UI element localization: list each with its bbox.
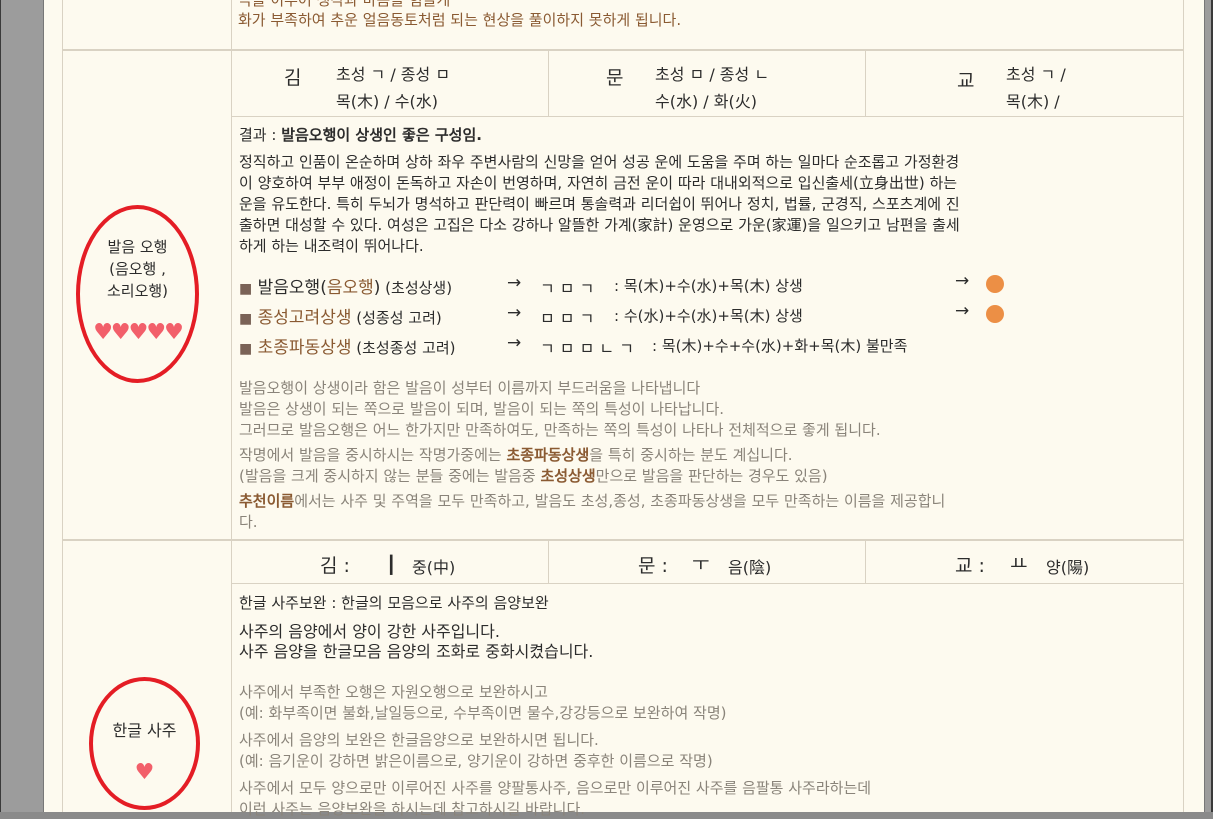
hangul-note-2: (예: 화부족이면 불화,날일등으로, 수부족이면 물수,강강등으로 보완하여 …: [239, 704, 727, 722]
hangul-label-circle: [89, 677, 200, 810]
pron-row-1-result-arrow: →: [955, 271, 970, 291]
col-divider-1: [548, 51, 549, 117]
pron-row-3: ■ 초종파동상생 (초성종성 고려): [239, 333, 456, 358]
bullet-square-icon: ■: [239, 341, 253, 357]
pron-note-4-highlight: 초종파동상생: [506, 446, 590, 464]
pron-char-2: 문: [606, 67, 624, 89]
row-divider-2: [62, 539, 1184, 541]
hangul-note-4: (예: 음기운이 강하면 밝은이름으로, 양기운이 강하면 중후한 이름으로 작…: [239, 752, 713, 770]
pron-char-3-line1: 초성 ㄱ /: [1006, 65, 1066, 84]
document-page: 극을 이루어 생각과 마음을 힘들게 화가 부족하여 추운 얼음동토처럼 되는 …: [43, 0, 1205, 818]
row-divider-chars: [231, 116, 1184, 117]
pron-note-6: 추천이름에서는 사주 및 주역을 모두 만족하고, 발음도 초성,종성, 초종파…: [239, 490, 945, 511]
col-divider-2: [865, 51, 866, 117]
pron-result-prefix: 결과 :: [239, 126, 282, 144]
hangul-title: 한글 사주보완 : 한글의 모음으로 사주의 음양보완: [239, 594, 549, 612]
pron-desc-line4: 출하면 대성할 수 있다. 여성은 고집은 다소 강하나 알뜰한 가계(家計) …: [239, 216, 960, 234]
pron-note-5-highlight: 초성상생: [540, 467, 596, 485]
recommended-names-link[interactable]: 추천이름: [239, 492, 294, 510]
pron-note-4-a: 작명에서 발음을 중시하시는 작명가중에는: [239, 446, 507, 464]
vowel-2-type: 음(陰): [728, 558, 772, 577]
pron-note-4-c: 을 특히 중시하는 분도 계십니다.: [589, 446, 793, 464]
table-border-outer-left: [62, 0, 63, 812]
pron-char-3: 교: [957, 70, 975, 92]
pron-note-5-a: (발음을 크게 중시하지 않는 분들 중에는 발음중: [239, 467, 541, 485]
pron-row-1-title: 발음오행(: [257, 278, 327, 298]
pron-char-2-line2: 수(水) / 화(火): [655, 92, 757, 111]
col-divider-3: [548, 541, 549, 584]
pron-row-3-title: 초종파동상생: [257, 338, 352, 358]
pron-desc-line3: 운을 유도한다. 특히 두뇌가 명석하고 판단력이 빠르며 통솔력과 리더쉽이 …: [239, 195, 960, 213]
pron-desc-line5: 하게 하는 내조력이 뛰어나다.: [239, 237, 424, 255]
pron-char-1: 김: [284, 67, 302, 89]
row-divider-vowels: [231, 583, 1184, 584]
bullet-square-icon: ■: [239, 311, 253, 327]
pron-row-3-jamo: ㄱ ㅁ ㅁ ㄴ ㄱ: [540, 339, 634, 358]
pron-note-6-b: 에서는 사주 및 주역을 모두 만족하고, 발음도 초성,종성, 초종파동상생을…: [294, 492, 946, 510]
pron-char-1-line1: 초성 ㄱ / 종성 ㅁ: [336, 65, 451, 84]
pron-row-2-arrow: →: [507, 303, 522, 323]
pron-note-5: (발음을 크게 중시하지 않는 분들 중에는 발음중 초성상생만으로 발음을 판…: [239, 465, 828, 486]
pron-note-4: 작명에서 발음을 중시하시는 작명가중에는 초종파동상생을 특히 중시하는 분도…: [239, 444, 793, 465]
row-divider-1: [62, 49, 1184, 51]
pron-row-1-jamo: ㄱ ㅁ ㄱ: [540, 279, 595, 298]
pron-result: 결과 : 발음오행이 상생인 좋은 구성임.: [239, 124, 482, 145]
vowel-2-jamo: ㅜ: [692, 553, 710, 575]
vowel-3-type: 양(陽): [1046, 558, 1090, 577]
pron-row-3-arrow: →: [507, 333, 522, 353]
pron-row-2-jamo: ㅁ ㅁ ㄱ: [540, 309, 595, 328]
table-border-outer-right: [1183, 0, 1184, 812]
pron-row-2-title: 종성고려상생: [257, 308, 352, 328]
good-indicator-dot: [986, 275, 1004, 293]
pron-row-1-highlight: 음오행: [326, 278, 374, 298]
pron-char-2-line1: 초성 ㅁ / 종성 ㄴ: [655, 65, 770, 84]
hangul-heart-rating: ♥: [134, 760, 155, 785]
pron-char-3-line2: 목(木) /: [1006, 92, 1060, 111]
hangul-note-1: 사주에서 부족한 오행은 자원오행으로 보완하시고: [239, 683, 548, 701]
hangul-note-6: 이런 사주는 음양보완을 하시는데 참고하시길 바랍니다.: [239, 800, 586, 818]
pron-result-text: 발음오행이 상생인 좋은 구성임.: [281, 126, 482, 144]
pron-note-1: 발음오행이 상생이라 함은 발음이 성부터 이름까지 부드러움을 나타냅니다: [239, 379, 701, 397]
pron-row-3-calc: : 목(木)+수+수(水)+화+목(木) 불만족: [652, 337, 908, 355]
pron-row-2-result-arrow: →: [955, 301, 970, 321]
pron-row-2-sub: (성종성 고려): [351, 309, 442, 327]
pron-desc-line2: 이 양호하여 부부 애정이 돈독하고 자손이 번영하며, 자연히 금전 운이 따…: [239, 174, 958, 192]
pron-note-6-wrap: 다.: [239, 513, 258, 531]
good-indicator-dot: [986, 305, 1004, 323]
pron-note-2: 발음은 상생이 되는 쪽으로 발음이 되며, 발음이 되는 쪽의 특성이 나타납…: [239, 400, 725, 418]
pron-label-line2: (음오행 ,: [109, 260, 166, 278]
pron-row-1-sub: (초성상생): [380, 279, 453, 297]
hangul-label: 한글 사주: [112, 721, 177, 740]
pron-char-1-line2: 목(木) / 수(水): [336, 92, 438, 111]
vowel-1-type: 중(中): [412, 558, 456, 577]
vowel-3-jamo: ㅛ: [1010, 553, 1028, 575]
col-divider-4: [865, 541, 866, 584]
pron-row-2-calc: : 수(水)+수(水)+목(木) 상생: [614, 307, 803, 325]
vowel-char-1: 김 :: [320, 555, 350, 577]
hangul-note-5: 사주에서 모두 양으로만 이루어진 사주를 양팔통사주, 음으로만 이루어진 사…: [239, 779, 872, 797]
pron-label-line1: 발음 오행: [107, 238, 168, 256]
pron-heart-rating: ♥♥♥♥♥: [93, 320, 184, 345]
pron-row-1-arrow: →: [507, 273, 522, 293]
pron-desc-line1: 정직하고 인품이 온순하며 상하 좌우 주변사람의 신망을 얻어 성공 운에 도…: [239, 153, 960, 171]
hangul-note-3: 사주에서 음양의 보완은 한글음양으로 보완하시면 됩니다.: [239, 731, 599, 749]
pron-note-5-c: 만으로 발음을 판단하는 경우도 있음): [595, 467, 828, 485]
pron-row-1: ■ 발음오행(음오행) (초성상생): [239, 273, 452, 298]
pron-label-line3: 소리오행): [106, 282, 169, 300]
hangul-line-2: 사주 음양을 한글모음 음양의 조화로 중화시켰습니다.: [239, 642, 594, 661]
pron-row-2: ■ 종성고려상생 (성종성 고려): [239, 303, 442, 328]
bullet-square-icon: ■: [239, 281, 253, 297]
vowel-1-jamo: ㅣ: [381, 554, 402, 579]
vowel-char-2: 문 :: [638, 555, 668, 577]
top-text: 화가 부족하여 추운 얼음동토처럼 되는 현상을 풀이하지 못하게 됩니다.: [238, 11, 682, 29]
pron-row-3-sub: (초성종성 고려): [351, 339, 456, 357]
viewer-margin-left: [1, 0, 43, 812]
pron-row-1-calc: : 목(木)+수(水)+목(木) 상생: [614, 277, 803, 295]
table-divider-label: [231, 0, 232, 812]
pron-note-3: 그러므로 발음오행은 어느 한가지만 만족하여도, 만족하는 쪽의 특성이 나타…: [239, 421, 881, 439]
vowel-char-3: 교 :: [955, 555, 985, 577]
